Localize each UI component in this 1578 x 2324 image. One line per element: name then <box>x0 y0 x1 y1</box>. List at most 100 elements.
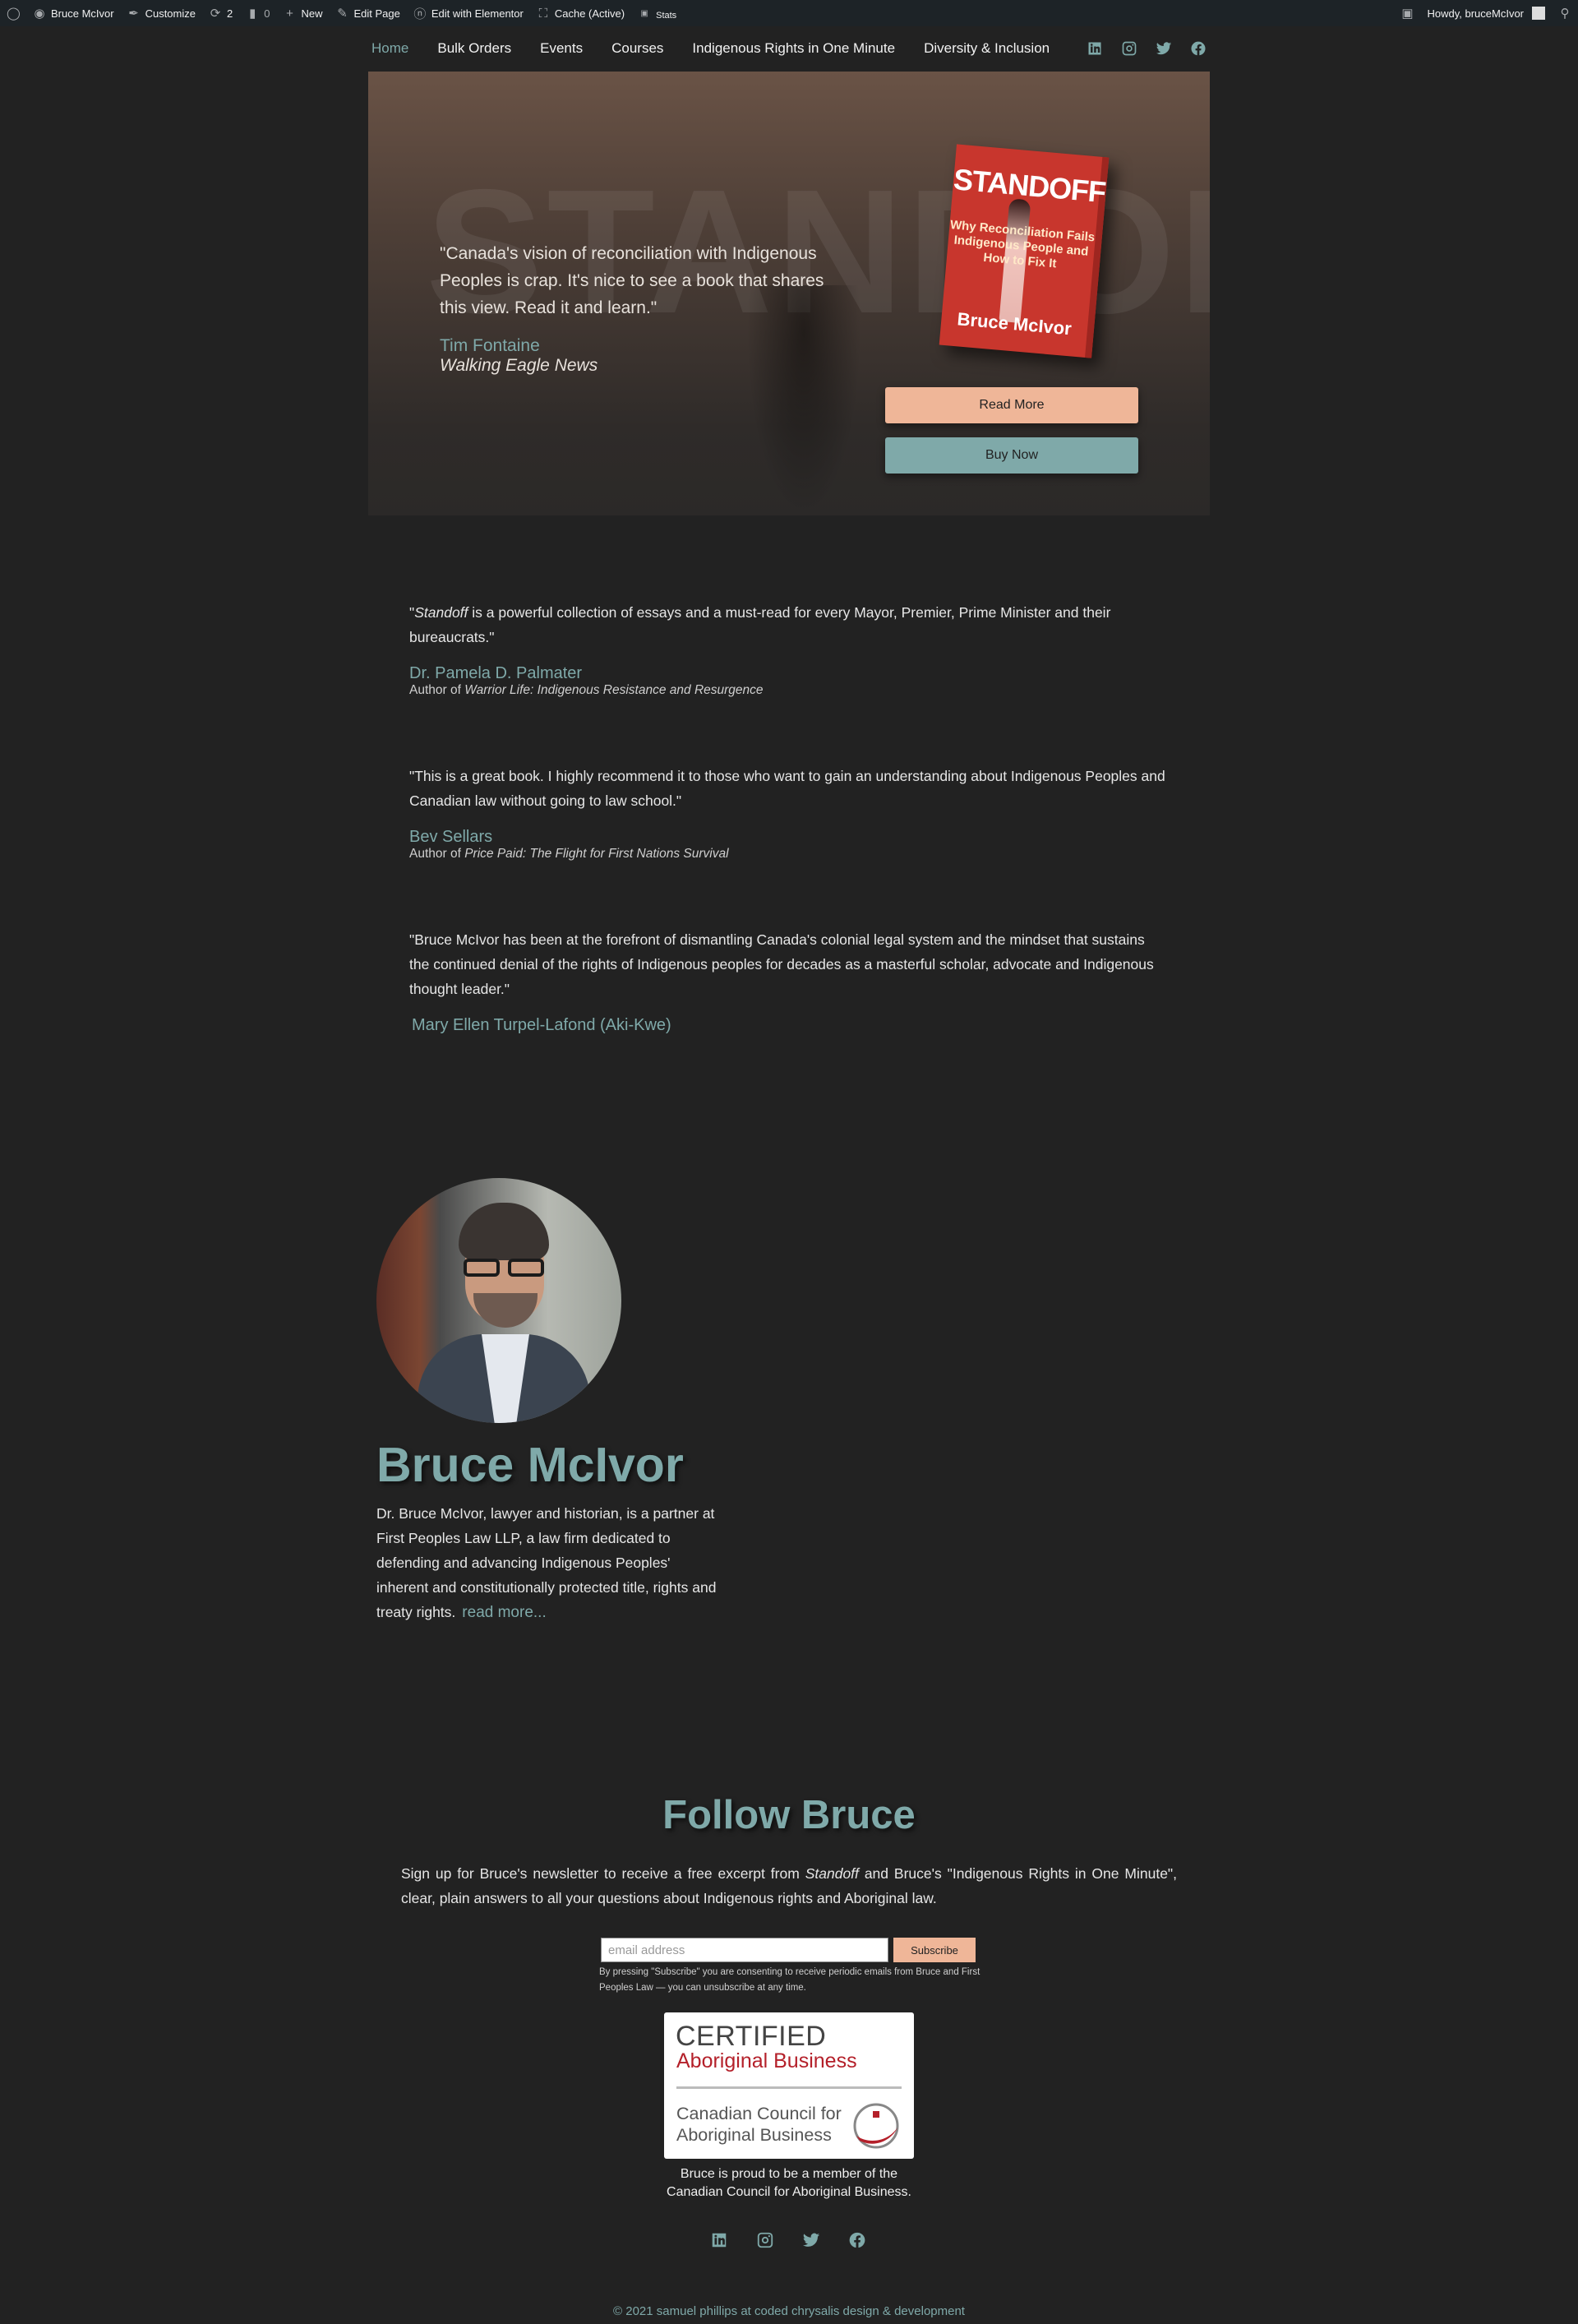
linkedin-icon[interactable] <box>710 2231 728 2249</box>
nav-social-links <box>1087 40 1207 57</box>
broken-image-icon: ▣ <box>640 8 648 18</box>
notifications-link[interactable]: ▣ <box>1394 0 1420 26</box>
testimonial-author: Dr. Pamela D. Palmater <box>409 664 583 682</box>
admin-search-button[interactable]: ⚲ <box>1552 0 1578 26</box>
main-nav: Home Bulk Orders Events Courses Indigeno… <box>368 28 1210 69</box>
edit-page-link[interactable]: ✎ Edit Page <box>329 0 406 26</box>
hero-banner: STANDOFF "Canada's vision of reconciliat… <box>368 72 1210 515</box>
book-title: Standoff <box>414 604 468 621</box>
copyright-notice: © 2021 samuel phillips at coded chrysali… <box>613 2304 965 2318</box>
glasses-right-lens <box>508 1259 544 1277</box>
badge-certified: CERTIFIED <box>676 2021 827 2052</box>
footer-social-links <box>710 2231 866 2249</box>
badge-aboriginal-business: Aboriginal Business <box>676 2049 857 2072</box>
notification-icon: ▣ <box>1401 7 1414 21</box>
testimonial-affiliation: Author of Warrior Life: Indigenous Resis… <box>409 683 1165 698</box>
buy-now-button[interactable]: Buy Now <box>885 437 1138 474</box>
ccab-certified-badge[interactable]: CERTIFIED Aboriginal Business Canadian C… <box>664 2012 914 2159</box>
testimonial-author: Bev Sellars <box>409 828 493 846</box>
twitter-icon[interactable] <box>1156 40 1172 57</box>
badge-council-line-1: Canadian Council for <box>676 2104 842 2123</box>
instagram-icon[interactable] <box>1121 40 1137 57</box>
nav-item-events[interactable]: Events <box>540 40 583 57</box>
hero-quote-publication: Walking Eagle News <box>440 356 598 375</box>
facebook-icon[interactable] <box>848 2231 866 2249</box>
comments-link[interactable]: ▮ 0 <box>239 0 276 26</box>
instagram-icon[interactable] <box>756 2231 774 2249</box>
edit-elementor-label: Edit with Elementor <box>431 7 524 20</box>
nav-item-indigenous-rights[interactable]: Indigenous Rights in One Minute <box>692 40 895 57</box>
search-icon: ⚲ <box>1560 7 1570 21</box>
nav-item-diversity-inclusion[interactable]: Diversity & Inclusion <box>924 40 1050 57</box>
wordpress-logo-button[interactable]: ◯ <box>0 0 26 26</box>
subscribe-button[interactable]: Subscribe <box>893 1938 976 1962</box>
account-menu[interactable]: Howdy, bruceMcIvor <box>1420 0 1552 26</box>
testimonial-quote: "Bruce McIvor has been at the forefront … <box>409 931 1154 997</box>
elementor-icon: ⓝ <box>413 7 427 21</box>
plus-icon: + <box>286 6 293 21</box>
read-more-button[interactable]: Read More <box>885 387 1138 423</box>
testimonial: "This is a great book. I highly recommen… <box>409 764 1165 862</box>
badge-council-name: Canadian Council for Aboriginal Business <box>676 2103 842 2146</box>
testimonial-author: Mary Ellen Turpel-Lafond (Aki-Kwe) <box>412 1016 671 1034</box>
facebook-icon[interactable] <box>1190 40 1207 57</box>
badge-caption: Bruce is proud to be a member of the Cana… <box>0 2165 1578 2202</box>
site-name-label: Bruce McIvor <box>51 7 114 20</box>
testimonial-quote: "Standoff is a powerful collection of es… <box>409 604 1111 645</box>
affiliation-book: Warrior Life: Indigenous Resistance and … <box>464 683 764 697</box>
book-cover-title: STANDOFF <box>952 162 1107 210</box>
nav-item-bulk-orders[interactable]: Bulk Orders <box>437 40 511 57</box>
newsletter-description: Sign up for Bruce's newsletter to receiv… <box>401 1861 1177 1910</box>
cache-link[interactable]: ⛶ Cache (Active) <box>530 0 631 26</box>
customize-label: Customize <box>145 7 196 20</box>
updates-icon: ⟳ <box>210 7 221 21</box>
edit-page-label: Edit Page <box>353 7 400 20</box>
stats-link[interactable]: ▣ Stats <box>631 0 683 26</box>
testimonial-quote: "This is a great book. I highly recommen… <box>409 768 1165 809</box>
bio-read-more-link[interactable]: read more... <box>462 1604 546 1621</box>
bio-paragraph: Dr. Bruce McIvor, lawyer and historian, … <box>376 1505 717 1620</box>
new-content-link[interactable]: + New <box>276 0 329 26</box>
hero-quote: "Canada's vision of reconciliation with … <box>440 244 824 317</box>
wp-admin-bar: ◯ ◉ Bruce McIvor ✒ Customize ⟳ 2 ▮ 0 + N… <box>0 0 1578 26</box>
wordpress-icon: ◯ <box>7 7 21 21</box>
badge-caption-line-2: Canadian Council for Aboriginal Business… <box>667 2185 911 2199</box>
brush-icon: ✒ <box>128 7 139 21</box>
book-cover-subtitle: Why Reconciliation Fails Indigenous Peop… <box>949 218 1096 271</box>
nav-item-home[interactable]: Home <box>371 40 408 57</box>
customize-link[interactable]: ✒ Customize <box>121 0 202 26</box>
hero-quote-author: Tim Fontaine <box>440 336 540 355</box>
email-field[interactable] <box>601 1938 888 1962</box>
author-portrait <box>376 1178 621 1423</box>
avatar <box>1532 7 1545 20</box>
bio-name: Bruce McIvor <box>376 1438 684 1492</box>
new-label: New <box>301 7 323 20</box>
follow-title: Follow Bruce <box>662 1793 916 1837</box>
linkedin-icon[interactable] <box>1087 40 1103 57</box>
edit-elementor-link[interactable]: ⓝ Edit with Elementor <box>407 0 530 26</box>
badge-divider <box>676 2086 902 2089</box>
portrait-beard <box>473 1293 538 1328</box>
pencil-icon: ✎ <box>337 7 348 21</box>
newsletter-book-title: Standoff <box>805 1865 859 1882</box>
ccab-logo-icon <box>853 2103 899 2149</box>
nav-item-courses[interactable]: Courses <box>611 40 663 57</box>
affiliation-book: Price Paid: The Flight for First Nations… <box>464 847 729 861</box>
cache-label: Cache (Active) <box>554 7 625 20</box>
cache-icon: ⛶ <box>538 6 548 21</box>
comments-count: 0 <box>264 7 270 20</box>
stats-label: Stats <box>656 11 677 21</box>
testimonial: "Standoff is a powerful collection of es… <box>409 600 1165 698</box>
book-cover[interactable]: STANDOFF Why Reconciliation Fails Indige… <box>939 144 1110 358</box>
glasses-left-lens <box>464 1259 500 1277</box>
twitter-icon[interactable] <box>802 2231 820 2249</box>
howdy-label: Howdy, bruceMcIvor <box>1427 7 1524 20</box>
bio-text: Dr. Bruce McIvor, lawyer and historian, … <box>376 1501 726 1625</box>
updates-count: 2 <box>227 7 233 20</box>
consent-note: By pressing "Subscribe" you are consenti… <box>599 1967 980 1993</box>
portrait-glasses <box>459 1259 551 1278</box>
updates-link[interactable]: ⟳ 2 <box>202 0 239 26</box>
portrait-hair <box>459 1203 549 1260</box>
affiliation-prefix: Author of <box>409 847 465 861</box>
site-name-link[interactable]: ◉ Bruce McIvor <box>26 0 121 26</box>
